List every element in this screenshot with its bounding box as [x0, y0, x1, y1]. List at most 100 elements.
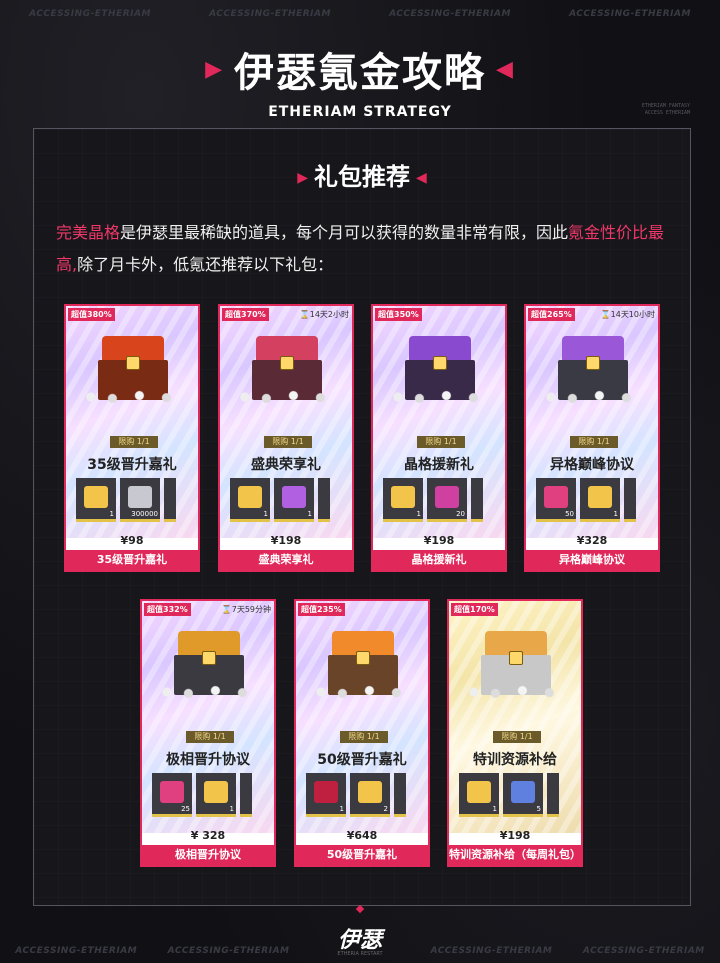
purchase-limit: 限购 1/1 — [186, 731, 234, 743]
reward-item[interactable]: 1 — [580, 478, 620, 522]
top-strip: ACCESSING-ETHERIAM ACCESSING-ETHERIAM AC… — [0, 2, 720, 26]
pack-items: 1 20 — [383, 478, 483, 522]
reward-item-partial — [471, 478, 483, 522]
arrow-left-icon: ◀ — [496, 56, 515, 82]
triangle-left-icon: ◀ — [416, 170, 427, 186]
reward-icon — [238, 486, 262, 508]
reward-icon — [391, 486, 415, 508]
pack-price: ¥328 — [576, 534, 608, 547]
reward-qty: 5 — [536, 805, 541, 813]
reward-item[interactable]: 1 — [383, 478, 423, 522]
pack-card[interactable]: 超值170% 限购 1/1 特训资源补给 1 5 ¥198 特训资源补给（每周礼… — [447, 599, 583, 867]
pack-price: ¥198 — [423, 534, 455, 547]
reward-item[interactable]: 20 — [427, 478, 467, 522]
deco-line: ACCESS ETHERIAM — [644, 110, 690, 116]
purchase-limit: 限购 1/1 — [417, 436, 465, 448]
pack-price: ¥198 — [499, 829, 531, 842]
reward-item[interactable]: 1 — [230, 478, 270, 522]
page-title: 伊瑟氪金攻略 — [234, 50, 486, 96]
reward-icon — [544, 486, 568, 508]
reward-item-partial — [547, 773, 559, 817]
section-title-text: 礼包推荐 — [314, 163, 410, 191]
strip-text: ACCESSING-ETHERIAM — [582, 946, 705, 956]
coins-icon — [80, 390, 188, 404]
pack-items: 25 1 — [152, 773, 252, 817]
value-badge: 超值265% — [528, 308, 575, 321]
reward-item[interactable]: 300000 — [120, 478, 160, 522]
reward-qty: 2 — [383, 805, 388, 813]
strip-text: ACCESSING-ETHERIAM — [209, 9, 331, 19]
pack-footer: 50级晋升嘉礼 — [296, 845, 428, 865]
pack-card[interactable]: 超值332% ⌛7天59分钟 限购 1/1 极相晋升协议 25 1 ¥ 328 … — [140, 599, 276, 867]
reward-qty: 1 — [307, 510, 312, 518]
reward-item[interactable]: 1 — [196, 773, 236, 817]
reward-icon — [128, 486, 152, 508]
pack-card[interactable]: 超值265% ⌛14天10小时 限购 1/1 异格巅峰协议 50 1 ¥328 … — [524, 304, 660, 572]
pack-card[interactable]: 超值235% 限购 1/1 50级晋升嘉礼 1 2 ¥648 50级晋升嘉礼 — [294, 599, 430, 867]
strip-text: ACCESSING-ETHERIAM — [430, 946, 553, 956]
reward-icon — [204, 781, 228, 803]
coins-icon — [387, 390, 495, 404]
reward-item[interactable]: 50 — [536, 478, 576, 522]
reward-item-partial — [318, 478, 330, 522]
value-badge: 超值170% — [451, 603, 498, 616]
reward-icon — [588, 486, 612, 508]
strip-text: ACCESSING-ETHERIAM — [15, 946, 138, 956]
reward-item[interactable]: 1 — [306, 773, 346, 817]
triangle-right-icon: ▶ — [297, 170, 308, 186]
game-logo: 伊瑟 — [337, 928, 382, 953]
pack-name: 特训资源补给 — [473, 752, 557, 768]
purchase-limit: 限购 1/1 — [340, 731, 388, 743]
reward-item[interactable]: 1 — [274, 478, 314, 522]
description-text: 除了月卡外，低氪还推荐以下礼包： — [77, 255, 334, 274]
reward-item[interactable]: 5 — [503, 773, 543, 817]
reward-item[interactable]: 1 — [459, 773, 499, 817]
reward-item-partial — [240, 773, 252, 817]
purchase-limit: 限购 1/1 — [110, 436, 158, 448]
pack-footer: 35级晋升嘉礼 — [66, 550, 198, 570]
pack-price: ¥648 — [346, 829, 378, 842]
reward-item-partial — [624, 478, 636, 522]
pack-name: 35级晋升嘉礼 — [87, 457, 177, 473]
strip-text: ACCESSING-ETHERIAM — [167, 946, 290, 956]
reward-item[interactable]: 2 — [350, 773, 390, 817]
pack-name: 极相晋升协议 — [166, 752, 250, 768]
reward-item[interactable]: 25 — [152, 773, 192, 817]
pack-card[interactable]: 超值370% ⌛14天2小时 限购 1/1 盛典荣享礼 1 1 ¥198 盛典荣… — [218, 304, 354, 572]
reward-item[interactable]: 1 — [76, 478, 116, 522]
reward-icon — [511, 781, 535, 803]
description-text: 是伊瑟里最稀缺的道具，每个月可以获得的数量非常有限，因此 — [120, 223, 569, 242]
value-badge: 超值235% — [298, 603, 345, 616]
purchase-limit: 限购 1/1 — [570, 436, 618, 448]
reward-icon — [282, 486, 306, 508]
reward-qty: 1 — [229, 805, 234, 813]
pack-name: 晶格援新礼 — [404, 457, 474, 473]
timer-label: ⌛7天59分钟 — [221, 605, 271, 614]
coins-icon — [463, 685, 571, 699]
reward-qty: 1 — [492, 805, 497, 813]
game-logo-sub: ETHERIA RESTART — [337, 951, 383, 957]
pack-items: 1 1 — [230, 478, 330, 522]
value-badge: 超值332% — [144, 603, 191, 616]
section-title: ▶ 礼包推荐 ◀ — [34, 157, 690, 192]
reward-qty: 50 — [565, 510, 574, 518]
value-badge: 超值380% — [68, 308, 115, 321]
value-badge: 超值370% — [222, 308, 269, 321]
pack-footer: 盛典荣享礼 — [220, 550, 352, 570]
coins-icon — [540, 390, 648, 404]
coins-icon — [156, 685, 264, 699]
deco-line: ETHERIAM FANTASY — [641, 103, 690, 109]
reward-qty: 25 — [181, 805, 190, 813]
pack-card[interactable]: 超值380% 限购 1/1 35级晋升嘉礼 1 300000 ¥98 35级晋升… — [64, 304, 200, 572]
pack-card[interactable]: 超值350% 限购 1/1 晶格援新礼 1 20 ¥198 晶格援新礼 — [371, 304, 507, 572]
timer-label: ⌛14天2小时 — [299, 310, 349, 319]
pack-items: 1 5 — [459, 773, 559, 817]
timer-label: ⌛14天10小时 — [600, 310, 655, 319]
page-subtitle: ETHERIAM STRATEGY — [268, 104, 452, 120]
reward-qty: 1 — [416, 510, 421, 518]
reward-qty: 1 — [263, 510, 268, 518]
reward-qty: 1 — [339, 805, 344, 813]
strip-text: ACCESSING-ETHERIAM — [29, 9, 151, 19]
pack-price: ¥ 328 — [190, 829, 226, 842]
strip-text: ACCESSING-ETHERIAM — [389, 9, 511, 19]
